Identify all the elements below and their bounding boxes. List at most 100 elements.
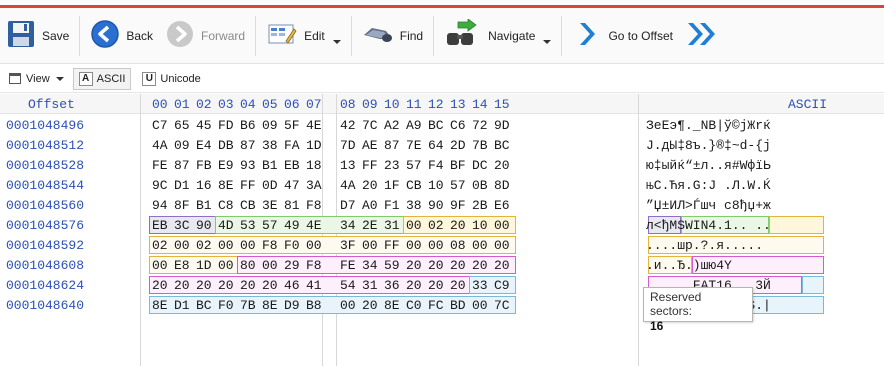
hex-byte[interactable]: 33: [472, 278, 494, 293]
hex-byte[interactable]: BC: [428, 118, 450, 133]
hex-row[interactable]: 0001048512 4A 09 E4 DB 87 38 FA 1D 7D AE 87 7E 64 2D 7B…: [0, 135, 884, 155]
hex-byte[interactable]: FB: [196, 158, 218, 173]
hex-byte[interactable]: BF: [450, 158, 472, 173]
hex-byte[interactable]: 0D: [262, 178, 284, 193]
hex-byte[interactable]: 00: [362, 238, 384, 253]
hex-byte[interactable]: D1: [174, 178, 196, 193]
hex-byte[interactable]: 00: [340, 298, 362, 313]
hex-byte[interactable]: 7E: [406, 138, 428, 153]
hex-byte[interactable]: 2E: [362, 218, 384, 233]
hex-byte[interactable]: 1D: [196, 258, 218, 273]
hex-byte[interactable]: 10: [428, 178, 450, 193]
hex-byte[interactable]: 38: [406, 198, 428, 213]
hex-byte[interactable]: 8D: [494, 178, 516, 193]
hex-byte[interactable]: B6: [240, 118, 262, 133]
hex-byte[interactable]: 72: [472, 118, 494, 133]
hex-byte[interactable]: 20: [362, 178, 384, 193]
hex-byte[interactable]: E9: [218, 158, 240, 173]
hex-byte[interactable]: EB: [152, 218, 174, 233]
hex-byte[interactable]: CB: [406, 178, 428, 193]
hex-byte[interactable]: FE: [152, 158, 174, 173]
hex-byte[interactable]: 4E: [306, 218, 328, 233]
hex-byte[interactable]: 7B: [472, 138, 494, 153]
hex-byte[interactable]: 09: [262, 118, 284, 133]
hex-byte[interactable]: 00: [428, 238, 450, 253]
hex-byte[interactable]: 42: [340, 118, 362, 133]
hex-byte[interactable]: 00: [494, 238, 516, 253]
hex-byte[interactable]: 4D: [218, 218, 240, 233]
view-menu[interactable]: View: [4, 68, 69, 90]
hex-byte[interactable]: C6: [450, 118, 472, 133]
hex-byte[interactable]: F1: [384, 198, 406, 213]
row-offset[interactable]: 0001048640: [6, 298, 84, 313]
hex-byte[interactable]: 8E: [384, 298, 406, 313]
hex-byte[interactable]: 34: [340, 218, 362, 233]
hex-byte[interactable]: 4A: [340, 178, 362, 193]
hex-byte[interactable]: C9: [494, 278, 516, 293]
hex-byte[interactable]: B1: [262, 158, 284, 173]
hex-byte[interactable]: 00: [174, 238, 196, 253]
hex-byte[interactable]: 3E: [262, 198, 284, 213]
hex-byte[interactable]: 20: [196, 278, 218, 293]
hex-byte[interactable]: 00: [262, 258, 284, 273]
hex-byte[interactable]: 49: [284, 218, 306, 233]
forward-button[interactable]: Forward: [159, 8, 251, 64]
hex-byte[interactable]: 81: [284, 198, 306, 213]
hex-byte[interactable]: F0: [284, 238, 306, 253]
ascii-text[interactable]: њС.Ћя.G:J .Л.W.Ќ: [646, 178, 771, 193]
hex-byte[interactable]: 02: [428, 218, 450, 233]
hex-byte[interactable]: 90: [428, 198, 450, 213]
hex-byte[interactable]: 41: [306, 278, 328, 293]
hex-byte[interactable]: 20: [494, 258, 516, 273]
hex-byte[interactable]: 87: [384, 138, 406, 153]
hex-byte[interactable]: D7: [340, 198, 362, 213]
row-offset[interactable]: 0001048592: [6, 238, 84, 253]
hex-byte[interactable]: 31: [384, 218, 406, 233]
hex-byte[interactable]: 00: [240, 238, 262, 253]
ascii-text[interactable]: л<ђMSWIN4.1.. ..: [646, 218, 771, 233]
ascii-text[interactable]: ю‡ыйќ“±л..я#WфїЬ: [646, 158, 779, 173]
hex-byte[interactable]: 87: [174, 158, 196, 173]
hex-byte[interactable]: 64: [428, 138, 450, 153]
hex-byte[interactable]: EB: [284, 158, 306, 173]
hex-byte[interactable]: 00: [152, 258, 174, 273]
hex-byte[interactable]: 8F: [174, 198, 196, 213]
hex-byte[interactable]: FF: [362, 158, 384, 173]
row-offset[interactable]: 0001048560: [6, 198, 84, 213]
hex-byte[interactable]: 87: [240, 138, 262, 153]
hex-byte[interactable]: 54: [340, 278, 362, 293]
ascii-text[interactable]: ”Џ±ИЛ>Ѓшч с8ђџ+ж: [646, 198, 771, 213]
hex-byte[interactable]: 5F: [284, 118, 306, 133]
back-button[interactable]: Back: [84, 8, 159, 64]
hex-byte[interactable]: 3C: [174, 218, 196, 233]
hex-byte[interactable]: 00: [472, 298, 494, 313]
row-offset[interactable]: 0001048608: [6, 258, 84, 273]
row-offset[interactable]: 0001048512: [6, 138, 84, 153]
hex-byte[interactable]: 20: [406, 278, 428, 293]
hex-byte[interactable]: 02: [152, 238, 174, 253]
hex-byte[interactable]: 23: [384, 158, 406, 173]
hex-byte[interactable]: 00: [218, 238, 240, 253]
hex-row[interactable]: 0001048496 C7 65 45 FD B6 09 5F 4E 42 7C A2 A9 BC C6 72…: [0, 115, 884, 135]
hex-byte[interactable]: 4A: [152, 138, 174, 153]
hex-byte[interactable]: 20: [494, 158, 516, 173]
hex-byte[interactable]: 00: [306, 238, 328, 253]
hex-byte[interactable]: 4E: [306, 118, 328, 133]
hex-byte[interactable]: 00: [406, 218, 428, 233]
row-offset[interactable]: 0001048496: [6, 118, 84, 133]
hex-byte[interactable]: 46: [284, 278, 306, 293]
hex-byte[interactable]: 10: [472, 218, 494, 233]
hex-byte[interactable]: 7C: [362, 118, 384, 133]
hex-byte[interactable]: 7B: [240, 298, 262, 313]
hex-byte[interactable]: BC: [494, 138, 516, 153]
hex-byte[interactable]: 7D: [340, 138, 362, 153]
hex-byte[interactable]: 29: [284, 258, 306, 273]
navigate-dropdown-icon[interactable]: [543, 39, 552, 44]
go-to-sector-button[interactable]: [679, 8, 725, 64]
save-button[interactable]: Save: [0, 8, 75, 64]
hex-byte[interactable]: 20: [450, 218, 472, 233]
row-offset[interactable]: 0001048528: [6, 158, 84, 173]
hex-byte[interactable]: 20: [428, 258, 450, 273]
hex-byte[interactable]: C7: [152, 118, 174, 133]
ascii-text[interactable]: .и..Ђ.)шю4Y: [646, 258, 732, 273]
